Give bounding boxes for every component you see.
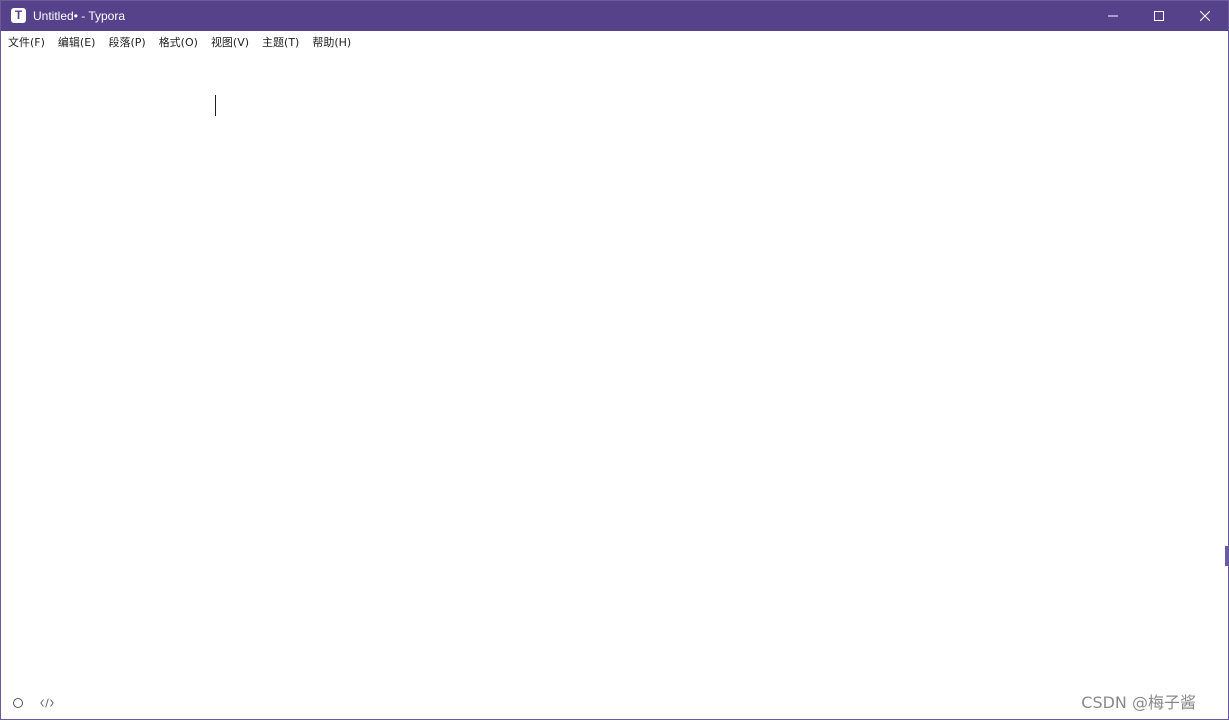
window-title: Untitled• - Typora <box>33 9 126 23</box>
source-code-mode-button[interactable] <box>40 696 54 710</box>
editor-area[interactable] <box>2 53 1227 689</box>
circle-icon <box>13 698 23 708</box>
menu-view[interactable]: 视图(V) <box>211 34 249 50</box>
maximize-icon <box>1154 11 1164 21</box>
menu-file[interactable]: 文件(F) <box>8 34 45 50</box>
outline-toggle-button[interactable] <box>11 696 25 710</box>
menu-format[interactable]: 格式(O) <box>159 34 198 50</box>
scroll-edge-indicator <box>1225 546 1228 566</box>
typora-window: T Untitled• - Typora 文件(F) 编辑(E) 段落(P) 格… <box>0 0 1229 720</box>
status-bar: CSDN @梅子酱 <box>1 689 1228 719</box>
menu-edit[interactable]: 编辑(E) <box>58 34 96 50</box>
close-button[interactable] <box>1182 1 1228 31</box>
menu-paragraph[interactable]: 段落(P) <box>108 34 145 50</box>
menu-themes[interactable]: 主题(T) <box>262 34 299 50</box>
text-caret <box>215 95 216 116</box>
minimize-icon <box>1108 15 1118 17</box>
maximize-button[interactable] <box>1136 1 1182 31</box>
minimize-button[interactable] <box>1090 1 1136 31</box>
menu-help[interactable]: 帮助(H) <box>312 34 351 50</box>
title-bar[interactable]: T Untitled• - Typora <box>1 1 1228 31</box>
csdn-watermark: CSDN @梅子酱 <box>1081 693 1196 712</box>
menu-bar: 文件(F) 编辑(E) 段落(P) 格式(O) 视图(V) 主题(T) 帮助(H… <box>1 31 1228 53</box>
code-icon <box>40 698 54 708</box>
close-icon <box>1200 11 1210 21</box>
typora-logo-icon: T <box>11 8 26 23</box>
